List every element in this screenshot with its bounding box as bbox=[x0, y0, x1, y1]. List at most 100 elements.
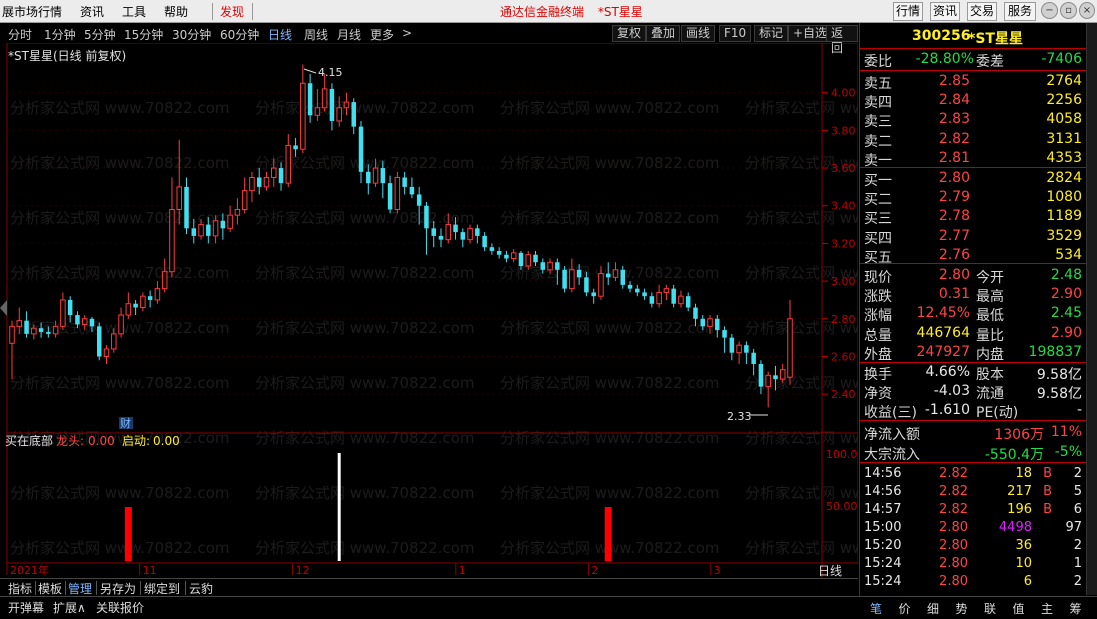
candle[interactable] bbox=[351, 98, 356, 135]
period-60min[interactable]: 60分钟 bbox=[220, 26, 259, 43]
panel-tab[interactable]: 值 bbox=[1013, 600, 1025, 617]
panel-scrollbar[interactable] bbox=[1086, 23, 1097, 595]
expand-toggle[interactable]: 扩展∧ bbox=[53, 599, 86, 616]
period-daily[interactable]: 日线 bbox=[268, 26, 292, 43]
candle[interactable] bbox=[751, 348, 756, 376]
panel-tab[interactable]: 筹 bbox=[1070, 600, 1082, 617]
left-scroll-arrow-icon[interactable] bbox=[0, 300, 7, 316]
restore-icon[interactable]: ▫ bbox=[1060, 2, 1077, 19]
candle[interactable] bbox=[787, 299, 793, 385]
candle[interactable] bbox=[460, 228, 466, 248]
candle[interactable] bbox=[744, 341, 749, 365]
period-weekly[interactable]: 周线 bbox=[304, 26, 328, 43]
service-button[interactable]: 服务 bbox=[1004, 2, 1036, 21]
back-button[interactable]: 返回 bbox=[826, 25, 858, 55]
menu-news[interactable]: 资讯 bbox=[80, 3, 104, 20]
sell-row[interactable]: 卖四 2.84 2256 bbox=[860, 91, 1086, 111]
candle[interactable] bbox=[300, 64, 306, 153]
candle[interactable] bbox=[329, 83, 335, 131]
period-5min[interactable]: 5分钟 bbox=[84, 26, 116, 43]
candle[interactable] bbox=[627, 281, 633, 293]
f10-button[interactable]: F10 bbox=[719, 25, 752, 42]
buy-row[interactable]: 买一 2.80 2824 bbox=[860, 169, 1086, 189]
tick-row[interactable]: 14:56 2.82 18 B 2 bbox=[860, 465, 1086, 483]
candle[interactable] bbox=[241, 177, 248, 214]
candle[interactable] bbox=[736, 341, 742, 365]
draw-line-button[interactable]: 画线 bbox=[681, 25, 716, 42]
tab-indicator[interactable]: 指标 bbox=[8, 580, 32, 597]
candle[interactable] bbox=[402, 171, 407, 195]
tick-row[interactable]: 15:24 2.80 6 2 bbox=[860, 573, 1086, 591]
candle[interactable] bbox=[234, 198, 241, 225]
period-mini-label[interactable]: 日线 bbox=[818, 562, 842, 579]
candle[interactable] bbox=[147, 290, 153, 308]
candle[interactable] bbox=[642, 288, 647, 300]
candle[interactable] bbox=[635, 284, 640, 297]
candle[interactable] bbox=[394, 171, 401, 214]
period-more[interactable]: 更多 bbox=[370, 26, 394, 43]
candle[interactable] bbox=[125, 292, 132, 319]
menu-discover[interactable]: 发现 bbox=[220, 3, 244, 20]
kline-chart[interactable]: 分析家公式网 www.70822.com 分析家公式网 www.70822.com… bbox=[0, 43, 858, 578]
panel-tab[interactable]: 价 bbox=[899, 600, 911, 617]
sell-row[interactable]: 卖五 2.85 2764 bbox=[860, 72, 1086, 92]
adjust-button[interactable]: 复权 bbox=[612, 25, 647, 42]
candle[interactable] bbox=[321, 73, 328, 112]
tab-template[interactable]: 模板 bbox=[38, 580, 62, 597]
period-monthly[interactable]: 月线 bbox=[337, 26, 361, 43]
tick-row[interactable]: 15:20 2.80 36 2 bbox=[860, 537, 1086, 555]
danmaku-toggle[interactable]: 开弹幕 bbox=[8, 599, 44, 616]
candle[interactable] bbox=[24, 311, 29, 338]
candle[interactable] bbox=[663, 284, 670, 300]
tab-bind-to[interactable]: 绑定到 bbox=[144, 580, 180, 597]
candle[interactable] bbox=[118, 307, 124, 338]
news-button[interactable]: 资讯 bbox=[930, 2, 960, 21]
mark-button[interactable]: 标记 bbox=[754, 25, 789, 42]
period-timeshare[interactable]: 分时 bbox=[8, 26, 32, 43]
buy-row[interactable]: 买三 2.78 1189 bbox=[860, 207, 1086, 227]
close-icon[interactable]: × bbox=[1079, 2, 1095, 19]
candle[interactable] bbox=[169, 177, 175, 278]
candle[interactable] bbox=[678, 290, 684, 308]
candle[interactable] bbox=[722, 326, 727, 353]
panel-tab[interactable]: 细 bbox=[927, 600, 939, 617]
menu-help[interactable]: 帮助 bbox=[164, 3, 188, 20]
sell-row[interactable]: 卖一 2.81 4353 bbox=[860, 149, 1086, 169]
tab-yunbao[interactable]: 云豹 bbox=[189, 580, 213, 597]
candle[interactable] bbox=[358, 120, 364, 184]
candle[interactable] bbox=[489, 243, 495, 255]
candle[interactable] bbox=[482, 232, 487, 251]
buy-row[interactable]: 买四 2.77 3529 bbox=[860, 227, 1086, 247]
minimize-icon[interactable]: − bbox=[1041, 2, 1058, 19]
candle[interactable] bbox=[263, 171, 270, 191]
period-15min[interactable]: 15分钟 bbox=[124, 26, 163, 43]
candle[interactable] bbox=[591, 288, 596, 304]
tick-row[interactable]: 14:56 2.82 217 B 5 bbox=[860, 483, 1086, 501]
linked-quote-button[interactable]: 关联报价 bbox=[96, 599, 144, 616]
tab-manage[interactable]: 管理 bbox=[68, 580, 92, 597]
candle[interactable] bbox=[685, 292, 691, 312]
candle[interactable] bbox=[140, 292, 146, 312]
trade-button[interactable]: 交易 bbox=[967, 2, 997, 21]
candle[interactable] bbox=[424, 201, 429, 255]
tick-row[interactable]: 15:00 2.80 4498 97 bbox=[860, 519, 1086, 537]
candle[interactable] bbox=[656, 284, 662, 308]
candle[interactable] bbox=[438, 228, 444, 248]
candle[interactable] bbox=[504, 250, 509, 263]
candle[interactable] bbox=[9, 320, 15, 380]
sell-row[interactable]: 卖三 2.83 4058 bbox=[860, 110, 1086, 130]
panel-tab[interactable]: 笔 bbox=[870, 600, 882, 617]
candle[interactable] bbox=[409, 177, 415, 199]
overlay-button[interactable]: 叠加 bbox=[646, 25, 681, 42]
candle[interactable] bbox=[562, 266, 567, 293]
candle[interactable] bbox=[103, 345, 110, 365]
buy-row[interactable]: 买五 2.76 534 bbox=[860, 246, 1086, 266]
candle[interactable] bbox=[475, 224, 480, 244]
candle[interactable] bbox=[96, 322, 102, 361]
candle[interactable] bbox=[285, 134, 292, 187]
candle[interactable] bbox=[649, 292, 655, 308]
tab-save-as[interactable]: 另存为 bbox=[100, 580, 136, 597]
menu-market[interactable]: 展市场行情 bbox=[2, 3, 62, 20]
candle[interactable] bbox=[249, 171, 255, 202]
candle[interactable] bbox=[510, 249, 517, 263]
